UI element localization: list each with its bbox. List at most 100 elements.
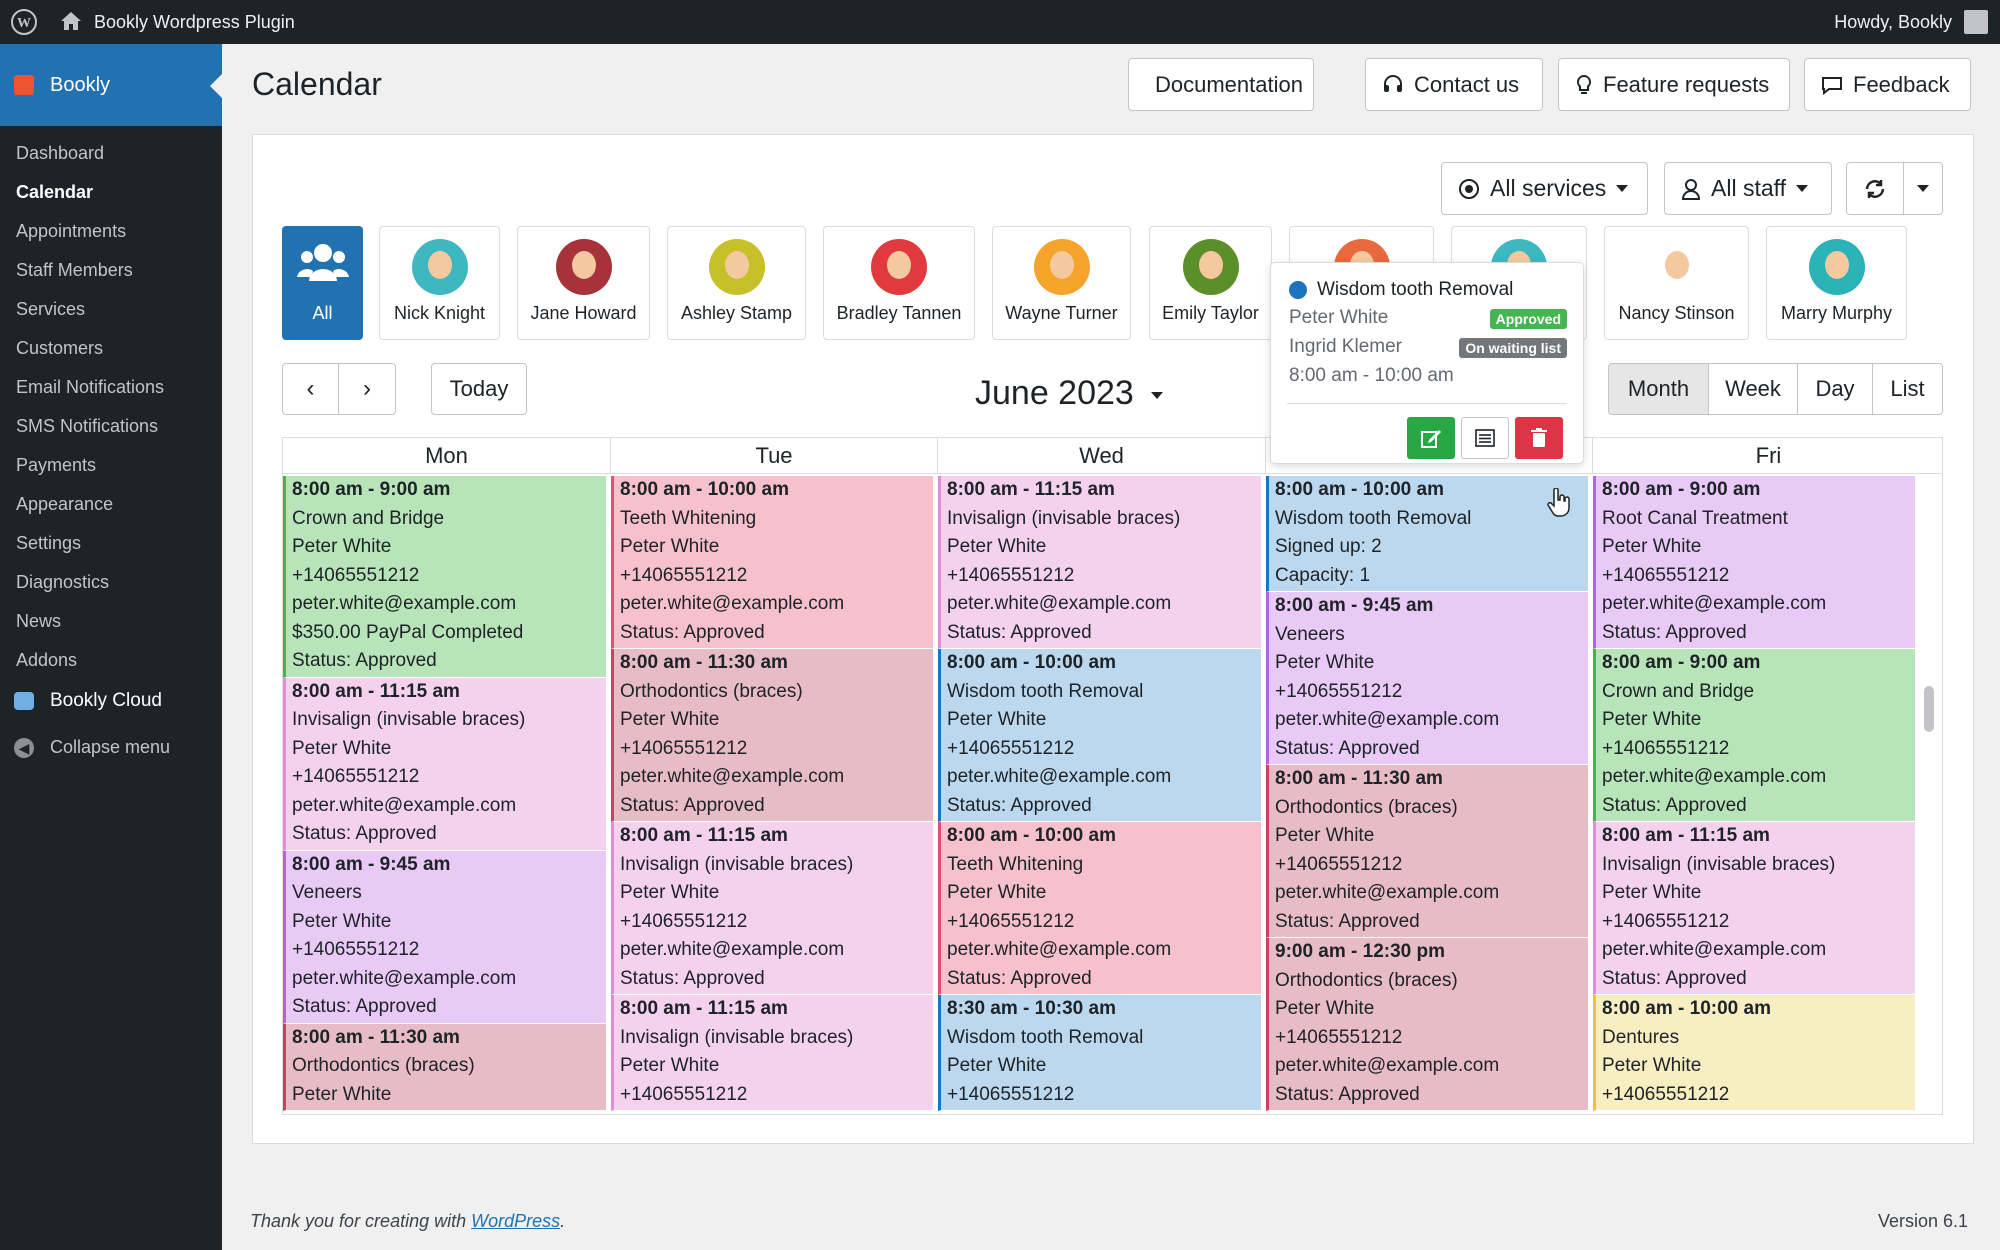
contact-us-button[interactable]: Contact us xyxy=(1365,58,1543,111)
sidebar-item-bookly-cloud[interactable]: Bookly Cloud xyxy=(0,680,222,722)
sidebar-item-calendar[interactable]: Calendar xyxy=(0,173,222,212)
site-name-link[interactable]: Bookly Wordpress Plugin xyxy=(94,12,295,33)
event-line: Teeth Whitening xyxy=(620,507,757,529)
feature-requests-button[interactable]: Feature requests xyxy=(1558,58,1790,111)
appointment-event[interactable]: 8:00 am - 11:15 am Invisalign (invisable … xyxy=(1593,822,1915,995)
sidebar-item-payments[interactable]: Payments xyxy=(0,446,222,485)
collapse-menu-button[interactable]: ◀ Collapse menu xyxy=(0,726,222,768)
appointment-event[interactable]: 8:30 am - 10:30 am Wisdom tooth Removal Pe… xyxy=(938,995,1261,1111)
staff-tab-jane-howard[interactable]: Jane Howard xyxy=(517,226,650,340)
appointment-event[interactable]: 8:00 am - 10:00 am Dentures Peter White +14… xyxy=(1593,995,1915,1111)
services-filter-dropdown[interactable]: All services xyxy=(1441,162,1648,215)
event-line: Peter White xyxy=(620,709,720,730)
appointment-event[interactable]: 8:00 am - 11:30 am Orthodontics (braces) P… xyxy=(1266,765,1588,938)
edit-appointment-button[interactable] xyxy=(1407,417,1455,459)
event-line: Peter White xyxy=(1275,998,1375,1019)
view-list-label: List xyxy=(1890,376,1925,401)
staff-tab-bradley-tannen[interactable]: Bradley Tannen xyxy=(823,226,975,340)
appointment-event[interactable]: 8:00 am - 11:30 am Orthodontics (braces) P… xyxy=(283,1023,606,1111)
sidebar-item-appointments[interactable]: Appointments xyxy=(0,212,222,251)
appointment-event[interactable]: 8:00 am - 9:00 am Root Canal Treatment Pet… xyxy=(1593,476,1915,649)
feature-requests-label: Feature requests xyxy=(1603,71,1770,97)
staff-avatar xyxy=(1808,239,1865,295)
event-line: peter.white@example.com xyxy=(947,939,1172,960)
sidebar-item-settings[interactable]: Settings xyxy=(0,524,222,563)
staff-tab-ashley-stamp[interactable]: Ashley Stamp xyxy=(667,226,806,340)
event-line: Status: Approved xyxy=(947,794,1092,816)
details-button[interactable] xyxy=(1461,417,1509,459)
sidebar-item-dashboard[interactable]: Dashboard xyxy=(0,134,222,173)
refresh-options-dropdown[interactable] xyxy=(1903,162,1943,215)
event-line: Status: Approved xyxy=(292,996,437,1017)
today-label: Today xyxy=(449,376,509,401)
staff-tab-nick-knight[interactable]: Nick Knight xyxy=(379,226,500,340)
sidebar-item-staff-members[interactable]: Staff Members xyxy=(0,251,222,290)
staff-tab-marry-murphy[interactable]: Marry Murphy xyxy=(1766,226,1907,340)
view-day-button[interactable]: Day xyxy=(1797,363,1873,415)
admin-bar: W Bookly Wordpress Plugin Howdy, Bookly xyxy=(0,0,2000,44)
appointment-event[interactable]: 8:00 am - 11:15 am Invisalign (invisable … xyxy=(611,995,933,1111)
next-month-button[interactable]: › xyxy=(338,363,396,415)
sidebar-item-sms-notifications[interactable]: SMS Notifications xyxy=(0,407,222,446)
event-line: Root Canal Treatment xyxy=(1602,507,1788,529)
hand-cursor-icon xyxy=(1547,488,1570,517)
sidebar-item-customers[interactable]: Customers xyxy=(0,329,222,368)
appointment-event[interactable]: 8:00 am - 10:00 am Teeth Whitening Peter W… xyxy=(611,476,933,649)
event-time: 8:00 am - 11:30 am xyxy=(620,652,788,673)
event-line: Peter White xyxy=(620,1055,720,1076)
today-button[interactable]: Today xyxy=(431,363,527,415)
sidebar-item-appearance[interactable]: Appearance xyxy=(0,485,222,524)
appointment-event[interactable]: 8:00 am - 11:30 am Orthodontics (braces) P… xyxy=(611,649,933,822)
user-avatar[interactable] xyxy=(1964,10,1988,34)
services-filter-label: All services xyxy=(1490,175,1607,201)
staff-tab-wayne-turner[interactable]: Wayne Turner xyxy=(992,226,1131,340)
appointment-event[interactable]: 8:00 am - 10:00 am Teeth Whitening Peter W… xyxy=(938,822,1261,995)
sidebar-item-email-notifications[interactable]: Email Notifications xyxy=(0,368,222,407)
calendar-scrollbar[interactable] xyxy=(1924,686,1934,732)
appointment-event[interactable]: 9:00 am - 12:30 pm Orthodontics (braces) P… xyxy=(1266,938,1588,1111)
home-icon[interactable] xyxy=(60,11,82,31)
howdy-user[interactable]: Howdy, Bookly xyxy=(1834,12,1952,33)
appointment-event[interactable]: 8:00 am - 10:00 am Wisdom tooth Removal Si… xyxy=(1266,476,1588,592)
view-list-button[interactable]: List xyxy=(1872,363,1943,415)
feedback-button[interactable]: Feedback xyxy=(1804,58,1971,111)
view-month-button[interactable]: Month xyxy=(1608,363,1709,415)
sidebar-item-services[interactable]: Services xyxy=(0,290,222,329)
sidebar-item-addons[interactable]: Addons xyxy=(0,641,222,680)
event-line: +14065551212 xyxy=(620,737,748,759)
event-line: +14065551212 xyxy=(1602,564,1730,586)
wordpress-link[interactable]: WordPress xyxy=(471,1211,560,1231)
view-month-label: Month xyxy=(1627,376,1690,401)
prev-month-button[interactable]: ‹ xyxy=(282,363,339,415)
event-line: Capacity: 1 xyxy=(1275,564,1371,586)
documentation-button[interactable]: ? Documentation xyxy=(1128,58,1314,111)
sidebar-item-bookly[interactable]: Bookly xyxy=(0,44,222,126)
staff-name: Jane Howard xyxy=(530,303,637,323)
appointment-event[interactable]: 8:00 am - 9:00 am Crown and Bridge Peter W… xyxy=(1593,649,1915,822)
event-line: +14065551212 xyxy=(947,564,1075,586)
staff-tab-all[interactable]: All xyxy=(282,226,363,340)
appointment-event[interactable]: 8:00 am - 10:00 am Wisdom tooth Removal Pe… xyxy=(938,649,1261,822)
chevron-down-icon xyxy=(1796,185,1808,192)
appointment-event[interactable]: 8:00 am - 9:45 am Veneers Peter White +1406… xyxy=(283,850,606,1024)
month-title-dropdown[interactable]: June 2023 xyxy=(975,374,1164,413)
event-time: 8:00 am - 11:15 am xyxy=(1602,825,1770,846)
view-week-button[interactable]: Week xyxy=(1708,363,1798,415)
sidebar-item-news[interactable]: News xyxy=(0,602,222,641)
staff-tab-nancy-stinson[interactable]: Nancy Stinson xyxy=(1604,226,1749,340)
appointment-event[interactable]: 8:00 am - 11:15 am Invisalign (invisable … xyxy=(938,476,1261,649)
appointment-event[interactable]: 8:00 am - 9:45 am Veneers Peter White +1406… xyxy=(1266,592,1588,765)
event-line: Status: Approved xyxy=(1602,794,1747,816)
event-line: Invisalign (invisable braces) xyxy=(292,709,526,730)
sidebar-item-diagnostics[interactable]: Diagnostics xyxy=(0,563,222,602)
appointment-event[interactable]: 8:00 am - 11:15 am Invisalign (invisable … xyxy=(283,677,606,851)
appointment-event[interactable]: 8:00 am - 9:00 am Crown and Bridge Peter W… xyxy=(283,476,606,678)
bookly-plugin-icon xyxy=(14,75,34,95)
staff-avatar xyxy=(1182,239,1239,295)
staff-filter-dropdown[interactable]: All staff xyxy=(1664,162,1832,215)
staff-tab-emily-taylor[interactable]: Emily Taylor xyxy=(1149,226,1272,340)
appointment-event[interactable]: 8:00 am - 11:15 am Invisalign (invisable … xyxy=(611,822,933,995)
delete-appointment-button[interactable] xyxy=(1515,417,1563,459)
refresh-button[interactable] xyxy=(1846,162,1904,215)
wordpress-logo-icon[interactable]: W xyxy=(10,8,38,36)
